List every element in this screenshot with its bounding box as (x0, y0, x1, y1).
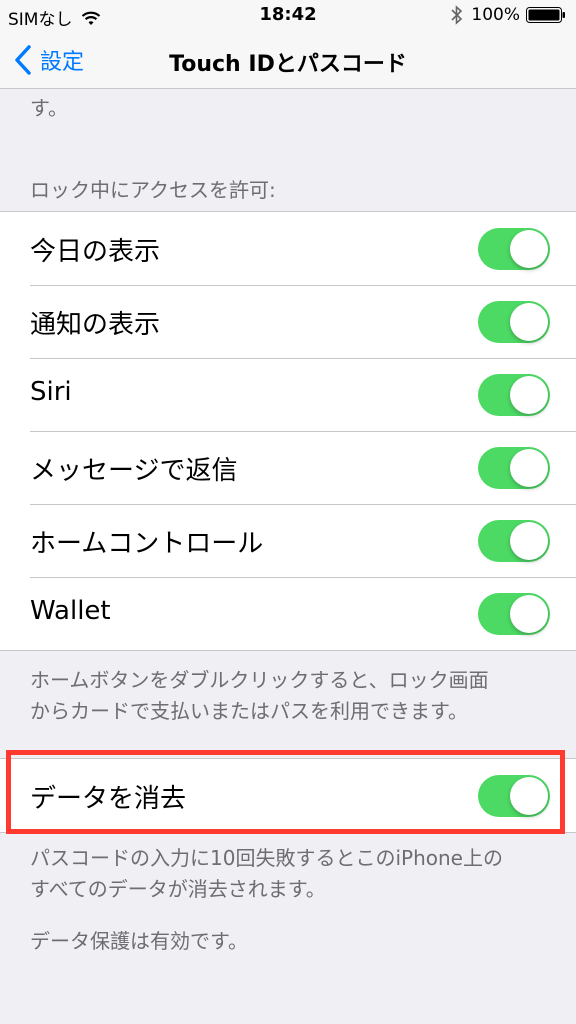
back-button[interactable]: 設定 (14, 42, 84, 78)
toggle-knob (510, 522, 548, 560)
toggle-knob (510, 230, 548, 268)
reply-with-message-toggle[interactable] (478, 447, 550, 489)
section-header-lock-access: ロック中にアクセスを許可: (30, 178, 276, 202)
toggle-knob (510, 595, 548, 633)
row-label: Siri (30, 377, 72, 407)
row-label: メッセージで返信 (30, 456, 238, 486)
battery-percent: 100% (471, 5, 520, 25)
navigation-bar: 設定 Touch IDとパスコード (0, 32, 576, 89)
footer-line: すべてのデータが消去されます。 (30, 877, 326, 901)
row-label: Wallet (30, 596, 111, 626)
toggle-knob (510, 777, 548, 815)
chevron-left-icon (15, 45, 31, 75)
row-label: ホームコントロール (30, 529, 264, 559)
siri-toggle[interactable] (478, 374, 550, 416)
page-title: Touch IDとパスコード (169, 52, 407, 77)
list-item: ホームコントロール (0, 504, 576, 577)
lock-access-group: 今日の表示 通知の表示 Siri メッセージで返信 ホームコントロール Wall… (0, 211, 576, 651)
today-view-toggle[interactable] (478, 228, 550, 270)
footer-line: からカードで支払いまたはパスを利用できます。 (30, 699, 468, 723)
row-label: 通知の表示 (30, 310, 161, 340)
erase-data-footer: パスコードの入力に10回失敗するとこのiPhone上の すべてのデータが消去され… (30, 843, 546, 905)
list-item: 通知の表示 (0, 285, 576, 358)
bluetooth-icon (451, 5, 463, 25)
lock-access-footer: ホームボタンをダブルクリックすると、ロック画面 からカードで支払いまたはパスを利… (30, 665, 546, 727)
notifications-view-toggle[interactable] (478, 301, 550, 343)
list-item: 今日の表示 (0, 212, 576, 285)
toggle-knob (510, 303, 548, 341)
row-label: 今日の表示 (30, 237, 161, 267)
toggle-knob (510, 376, 548, 414)
home-control-toggle[interactable] (478, 520, 550, 562)
list-item: メッセージで返信 (0, 431, 576, 504)
erase-data-group: データを消去 (0, 758, 576, 833)
truncated-footer-text: す。 (30, 96, 68, 120)
row-label: データを消去 (30, 784, 187, 814)
list-item: データを消去 (0, 759, 576, 832)
erase-data-toggle[interactable] (478, 775, 550, 817)
list-item: Siri (0, 358, 576, 431)
toggle-knob (510, 449, 548, 487)
data-protection-note: データ保護は有効です。 (30, 929, 248, 953)
back-button-label: 設定 (40, 50, 85, 75)
status-bar: SIMなし 18:42 100% (0, 0, 576, 32)
battery-icon (526, 7, 565, 23)
wallet-toggle[interactable] (478, 593, 550, 635)
footer-line: ホームボタンをダブルクリックすると、ロック画面 (30, 668, 489, 692)
footer-line: パスコードの入力に10回失敗するとこのiPhone上の (30, 846, 503, 870)
list-item: Wallet (0, 577, 576, 650)
status-right: 100% (451, 5, 566, 25)
